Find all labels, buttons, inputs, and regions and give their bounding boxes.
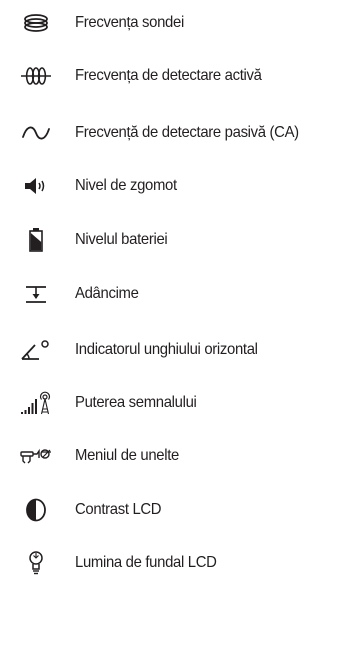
battery-icon (18, 222, 54, 258)
legend-row-battery: Nivelul bateriei (0, 220, 354, 260)
active-detection-frequency-icon (18, 58, 54, 94)
legend-label: Nivelul bateriei (75, 231, 168, 248)
legend-row-depth: Adâncime (0, 274, 354, 314)
legend-label: Adâncime (75, 285, 139, 302)
legend-row-probe-frequency: Frecvența sondei (0, 3, 354, 43)
legend-label: Puterea semnalului (75, 394, 197, 411)
signal-strength-icon (18, 385, 54, 421)
legend-label: Indicatorul unghiului orizontal (75, 341, 258, 358)
legend-row-active-frequency: Frecvența de detectare activă (0, 56, 354, 96)
legend-row-contrast: Contrast LCD (0, 490, 354, 530)
legend-row-backlight: Lumina de fundal LCD (0, 543, 354, 583)
legend-row-signal: Puterea semnalului (0, 383, 354, 423)
legend-label: Meniul de unelte (75, 447, 180, 464)
tools-menu-icon (18, 438, 54, 474)
depth-icon (18, 276, 54, 312)
backlight-icon (18, 545, 54, 581)
legend-label: Frecvență de detectare pasivă (CA) (75, 124, 299, 141)
angle-indicator-icon (18, 332, 54, 368)
legend-row-passive-frequency: Frecvență de detectare pasivă (CA) (0, 113, 354, 153)
contrast-icon (18, 492, 54, 528)
speaker-volume-icon (18, 168, 54, 204)
legend-row-noise-level: Nivel de zgomot (0, 166, 354, 206)
legend-label: Frecvența de detectare activă (75, 67, 262, 84)
probe-frequency-icon (18, 5, 54, 41)
legend-label: Lumina de fundal LCD (75, 554, 217, 571)
passive-ac-detection-icon (18, 115, 54, 151)
legend-label: Frecvența sondei (75, 14, 184, 31)
legend-row-tools-menu: Meniul de unelte (0, 436, 354, 476)
icon-legend: Frecvența sondei Frecvența de detectare … (0, 0, 354, 660)
legend-label: Contrast LCD (75, 501, 162, 518)
legend-row-angle: Indicatorul unghiului orizontal (0, 330, 354, 370)
legend-label: Nivel de zgomot (75, 177, 177, 194)
